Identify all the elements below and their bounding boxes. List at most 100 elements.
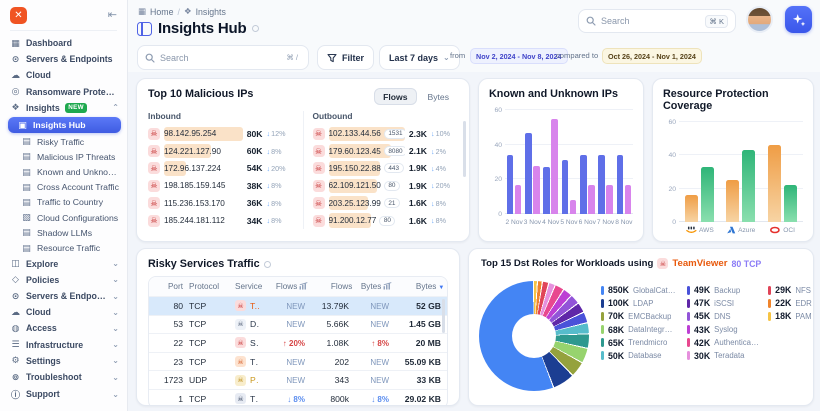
table-row-dns[interactable]: 53TCP☠DNSNEW5.66KNEW1.45 GB	[149, 315, 447, 334]
vertical-scrollbar[interactable]	[463, 121, 467, 177]
bar-known	[525, 133, 532, 215]
chevron-down-icon: ⌄	[112, 308, 119, 317]
title-info-icon[interactable]	[252, 25, 259, 32]
funnel-icon	[327, 53, 337, 63]
service-name: TeamViewer	[250, 301, 259, 311]
page-search-input[interactable]: Search ⌘ /	[137, 45, 309, 70]
legend-item-backup[interactable]: 49KBackup	[687, 285, 760, 295]
sidebar-item-cloud[interactable]: ☁Cloud⌄	[0, 304, 127, 320]
malicious-ip-row[interactable]: ☠91.200.12.77801.6K↓8%	[313, 212, 459, 229]
malicious-ip-row[interactable]: ☠198.185.159.14538K↓8%	[148, 177, 294, 194]
table-row-ssh[interactable]: 22TCP☠SSH↑ 20%1.08K↑ 8%20 MB	[149, 333, 447, 352]
legend-item-nfs[interactable]: 29KNFS	[768, 285, 812, 295]
legend-item-pam[interactable]: 18KPAM	[768, 311, 812, 321]
user-avatar[interactable]	[746, 6, 773, 33]
malicious-ip-row[interactable]: ☠98.142.95.25480K↓12%	[148, 125, 294, 142]
sidebar-item-support[interactable]: ⓘSupport⌄	[0, 385, 127, 403]
toggle-bytes[interactable]: Bytes	[419, 88, 459, 105]
legend-item-iscsi[interactable]: 47KiSCSI	[687, 298, 760, 308]
legend-item-ldap[interactable]: 100KLDAP	[601, 298, 679, 308]
legend-label: Authentication	[714, 338, 760, 347]
malicious-ip-row[interactable]: ☠124.221.127.9060K↓8%	[148, 142, 294, 159]
legend-item-teradata[interactable]: 30KTeradata	[687, 351, 760, 361]
table-row-tcpmux[interactable]: 1TCP☠TCPMUX↓ 8%800k↓ 8%29.02 KB	[149, 389, 447, 406]
malicious-ip-row[interactable]: ☠62.109.121.50801.9K↓20%	[313, 177, 459, 194]
malicious-ip-row[interactable]: ☠102.133.44.56153112312.3K↓10%	[313, 125, 459, 142]
sidebar-item-malicious-ip-threats[interactable]: ▤Malicious IP Threats	[0, 149, 127, 164]
sidebar-item-traffic-to-country[interactable]: ▤Traffic to Country	[0, 195, 127, 210]
breadcrumb-item[interactable]: Home	[150, 7, 173, 17]
sidebar-item-servers-endpoints[interactable]: ⊙Servers & Endpoints	[0, 51, 127, 67]
malicious-service-icon: ☠	[235, 393, 246, 404]
column-header-bytes[interactable]: Bytes	[352, 282, 392, 291]
column-header-service[interactable]: Service	[229, 282, 262, 291]
sidebar-item-cloud[interactable]: ☁Cloud	[0, 67, 127, 83]
sidebar-item-label: Explore	[26, 259, 58, 269]
legend-item-edr[interactable]: 22KEDR	[768, 298, 812, 308]
port-badge: 80	[384, 181, 400, 191]
policy-icon: ◇	[10, 274, 21, 285]
legend-item-globalcatalog[interactable]: 850KGlobalCatalog	[601, 285, 679, 295]
column-header-bytes[interactable]: Bytes▼	[392, 282, 444, 291]
malicious-ip-icon: ☠	[313, 145, 325, 157]
legend-item-authentication[interactable]: 42KAuthentication	[687, 338, 760, 348]
sidebar-item-explore[interactable]: ◫Explore⌄	[0, 256, 127, 272]
sidebar-item-infrastructure[interactable]: ☰Infrastructure⌄	[0, 337, 127, 353]
sidebar-item-settings[interactable]: ⚙Settings⌄	[0, 353, 127, 369]
table-row-teamviewer[interactable]: 80TCP☠TeamViewerNEW13.79KNEW52 GB	[149, 296, 447, 315]
sidebar-item-label: Infrastructure	[26, 340, 83, 350]
malicious-ip-row[interactable]: ☠185.244.181.11234K↓8%	[148, 212, 294, 229]
sidebar-item-cloud-configurations[interactable]: ▧Cloud Configurations	[0, 210, 127, 225]
legend-item-trendmicro[interactable]: 65KTrendmicro	[601, 338, 679, 348]
breadcrumb-item[interactable]: Insights	[196, 7, 226, 17]
sidebar-item-label: Servers & Endpoints	[26, 291, 107, 301]
column-header-port[interactable]: Port	[153, 282, 183, 291]
sidebar-item-known-and-unknown-ips[interactable]: ▤Known and Unknown IPs	[0, 165, 127, 180]
table-row-pptp[interactable]: 1723UDP☠PPTPNEW343NEW33 KB	[149, 370, 447, 389]
sidebar-item-policies[interactable]: ◇Policies⌄	[0, 272, 127, 288]
sidebar-item-resource-traffic[interactable]: ▤Resource Traffic	[0, 240, 127, 255]
current-range-badge[interactable]: Nov 2, 2024 - Nov 8, 2024	[470, 48, 568, 64]
sidebar-item-risky-traffic[interactable]: ▤Risky Traffic	[0, 134, 127, 149]
legend-item-dataintegration[interactable]: 68KDataIntegration	[601, 325, 679, 335]
sidebar-item-troubleshoot[interactable]: ⊚Troubleshoot⌄	[0, 369, 127, 385]
sidebar-item-shadow-llms[interactable]: ▤Shadow LLMs	[0, 225, 127, 240]
global-search-input[interactable]: Search ⌘ K	[578, 9, 736, 33]
malicious-ip-row[interactable]: ☠203.25.123.99211.6K↓8%	[313, 195, 459, 212]
malicious-ip-row[interactable]: ☠115.236.153.17036K↓8%	[148, 195, 294, 212]
malicious-ip-row[interactable]: ☠195.150.22.884431.9K↓4%	[313, 160, 459, 177]
legend-item-emcbackup[interactable]: 70KEMCBackup	[601, 311, 679, 321]
vertical-scrollbar[interactable]	[442, 299, 446, 333]
malicious-ip-icon: ☠	[313, 180, 325, 192]
divider	[10, 30, 117, 31]
sidebar-item-servers-endpoints[interactable]: ⊙Servers & Endpoints⌄	[0, 288, 127, 304]
sidebar-item-access[interactable]: ◍Access⌄	[0, 320, 127, 336]
info-icon[interactable]	[264, 261, 271, 268]
sidebar-item-cross-account-traffic[interactable]: ▤Cross Account Traffic	[0, 180, 127, 195]
bar-series-1	[685, 195, 698, 222]
compare-range-badge[interactable]: Oct 26, 2024 - Nov 1, 2024	[602, 48, 702, 64]
column-header-flows[interactable]: Flows	[308, 282, 352, 291]
malicious-ip-row[interactable]: ☠172.96.137.22454K↓20%	[148, 160, 294, 177]
legend-item-database[interactable]: 50KDatabase	[601, 351, 679, 361]
sidebar-item-insights-hub[interactable]: ▣Insights Hub	[8, 117, 121, 133]
table-row-telnet[interactable]: 23TCP☠TELNETNEW202NEW55.09 KB	[149, 352, 447, 371]
column-header-protocol[interactable]: Protocol	[183, 282, 229, 291]
ai-assistant-button[interactable]	[785, 6, 812, 33]
legend-item-syslog[interactable]: 43KSyslog	[687, 325, 760, 335]
sidebar-collapse-icon[interactable]: ⇤	[108, 10, 117, 21]
column-header-flows[interactable]: Flows	[262, 282, 308, 291]
sidebar-item-insights[interactable]: ❖InsightsNEW⌃	[0, 100, 127, 116]
target-icon: ⊙	[10, 54, 21, 65]
legend-swatch	[601, 299, 604, 308]
oci-icon	[770, 226, 781, 234]
filter-button[interactable]: Filter	[317, 45, 374, 70]
toggle-flows[interactable]: Flows	[374, 88, 416, 105]
sidebar-item-dashboard[interactable]: ▦Dashboard	[0, 35, 127, 51]
sidebar-item-ransomware-protection[interactable]: ◎Ransomware Protection	[0, 84, 127, 100]
legend-item-dns[interactable]: 45KDNS	[687, 311, 760, 321]
date-range-dropdown[interactable]: Last 7 days ⌄	[379, 45, 460, 70]
malicious-ip-row[interactable]: ☠179.60.123.4580802.1K↓2%	[313, 142, 459, 159]
legend-label: DNS	[714, 312, 730, 321]
malicious-ip-icon: ☠	[148, 215, 160, 227]
